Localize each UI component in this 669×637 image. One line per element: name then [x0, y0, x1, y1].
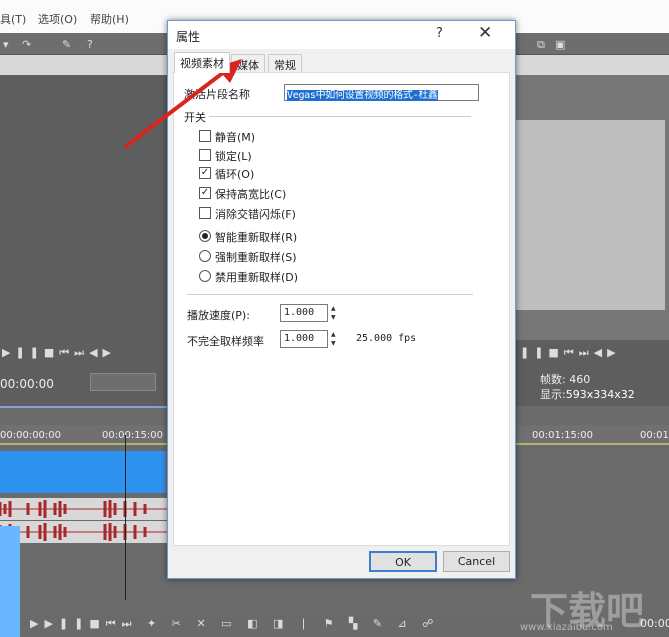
frames-count: 帧数: 460: [540, 373, 591, 386]
rate-spinner[interactable]: ▲ ▼: [331, 330, 339, 348]
ruler-label: 00:01:: [640, 430, 669, 441]
properties-icon[interactable]: ✎: [62, 38, 71, 51]
speed-spinner[interactable]: ▲ ▼: [331, 304, 339, 322]
copy-icon[interactable]: ⧉: [537, 38, 545, 52]
deinterlace-label: 消除交错闪烁(F): [215, 208, 296, 221]
help-button[interactable]: ?: [436, 26, 443, 41]
tab-video-clip[interactable]: 视频素材: [174, 52, 230, 73]
rate-label: 不完全取样频率: [187, 335, 264, 348]
smart-resample-label: 智能重新取样(R): [215, 231, 298, 244]
aspect-ratio-label: 保持高宽比(C): [215, 188, 287, 201]
close-button[interactable]: ✕: [478, 23, 492, 43]
divider: [187, 294, 473, 295]
redo-icon[interactable]: ↷: [22, 38, 31, 51]
loop-label: 循环(O): [215, 168, 255, 181]
display-value: 593x334x32: [565, 388, 635, 401]
tab-general[interactable]: 常规: [268, 54, 302, 73]
preview-image: [515, 120, 665, 310]
speed-label: 播放速度(P):: [187, 309, 250, 322]
dialog-titlebar[interactable]: 属性 ? ✕: [168, 21, 515, 49]
loop-region[interactable]: [0, 406, 167, 408]
clip-name-value: Vegas中如何设置视频的格式-杜鑫: [287, 90, 438, 101]
display-label: 显示:: [540, 388, 566, 401]
fps-value: 25.000 fps: [356, 333, 417, 344]
timecode: 00:00:00: [0, 377, 54, 391]
force-resample-label: 强制重新取样(S): [215, 251, 297, 264]
dialog-title: 属性: [176, 30, 201, 44]
save-icon[interactable]: ▣: [555, 38, 565, 51]
rate-input[interactable]: 1.000: [280, 330, 328, 348]
disable-resample-radio[interactable]: [199, 270, 211, 282]
audio-clip-right[interactable]: [0, 521, 167, 543]
deinterlace-checkbox[interactable]: [199, 207, 211, 219]
menu-tools[interactable]: 具(T): [0, 11, 26, 27]
help-icon[interactable]: ?: [87, 38, 93, 51]
ok-button[interactable]: OK: [369, 551, 437, 572]
audio-waveform: [0, 500, 167, 518]
menu-help[interactable]: 帮助(H): [90, 11, 129, 27]
marker-field[interactable]: [90, 373, 156, 391]
disable-resample-label: 禁用重新取样(D): [215, 271, 299, 284]
audio-clip-left[interactable]: [0, 498, 167, 520]
transport-controls-right[interactable]: ❚❚■⏮⏭◀▶: [520, 346, 621, 360]
display-info: 显示:593x334x32: [540, 386, 635, 402]
playhead[interactable]: [125, 435, 126, 600]
loop-checkbox[interactable]: ✓: [199, 167, 211, 179]
cancel-button[interactable]: Cancel: [443, 551, 510, 572]
transport-controls-left[interactable]: ▶❚❚■⏮⏭◀▶: [2, 346, 116, 360]
force-resample-radio[interactable]: [199, 250, 211, 262]
smart-resample-radio[interactable]: [199, 230, 211, 242]
dropdown-icon[interactable]: ▾: [3, 38, 9, 51]
video-clip[interactable]: [0, 451, 165, 493]
menu-options[interactable]: 选项(O): [38, 11, 77, 27]
ruler-label: 00:00:15:00: [102, 430, 164, 441]
ruler-label: 00:01:15:00: [532, 430, 594, 441]
bottom-timecode: 00:00: [640, 617, 669, 630]
side-panel: [0, 526, 20, 637]
aspect-ratio-checkbox[interactable]: ✓: [199, 187, 211, 199]
clip-name-input[interactable]: Vegas中如何设置视频的格式-杜鑫: [284, 84, 479, 101]
audio-waveform: [0, 523, 167, 541]
speed-input[interactable]: 1.000: [280, 304, 328, 322]
ruler-label: 00:00:00:00: [0, 430, 62, 441]
watermark-url: www.xiazaiba.com: [520, 622, 613, 633]
